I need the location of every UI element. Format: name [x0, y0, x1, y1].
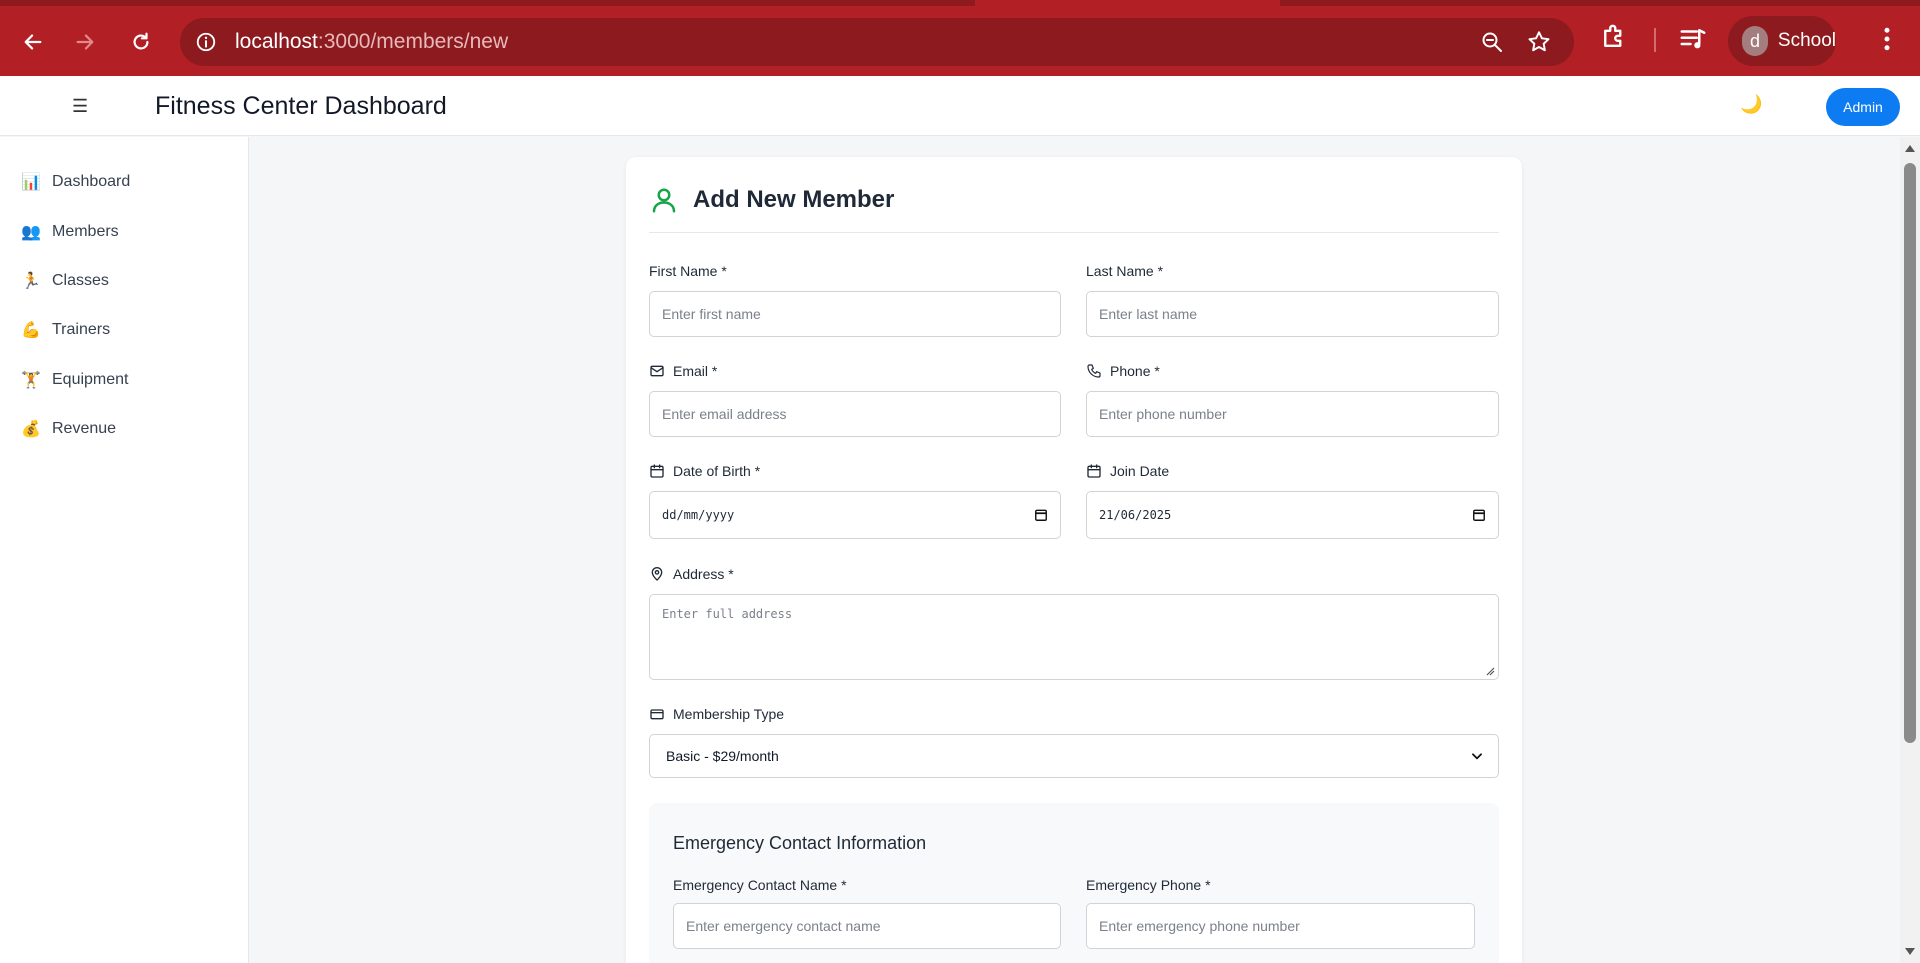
- emergency-name-input[interactable]: [673, 903, 1061, 949]
- emergency-section-title: Emergency Contact Information: [673, 833, 927, 853]
- join-date-value: 21/06/2025: [1099, 508, 1172, 522]
- dob-label-text: Date of Birth *: [673, 463, 761, 479]
- location-pin-icon: [651, 567, 663, 581]
- media-control-icon[interactable]: [1678, 24, 1708, 59]
- app-title: Fitness Center Dashboard: [155, 92, 447, 120]
- back-icon[interactable]: [13, 22, 53, 62]
- email-label-text: Email *: [673, 363, 718, 379]
- email-label: Email *: [649, 363, 717, 379]
- membership-label: Membership Type: [649, 706, 784, 722]
- site-info-icon[interactable]: [194, 30, 218, 54]
- dob-value: dd/mm/yyyy: [662, 508, 735, 522]
- url-path: :3000/members/new: [317, 30, 509, 53]
- sidebar-item-dashboard[interactable]: 📊 Dashboard: [20, 167, 130, 197]
- sidebar-item-label: Members: [52, 223, 119, 240]
- emergency-phone-input[interactable]: [1086, 903, 1475, 949]
- sidebar-item-label: Trainers: [52, 321, 111, 338]
- last-name-label: Last Name *: [1086, 263, 1163, 279]
- mail-icon: [650, 365, 664, 377]
- first-name-label: First Name *: [649, 263, 727, 279]
- runner-icon: 🏃: [21, 273, 41, 290]
- sidebar-item-members[interactable]: 👥 Members: [20, 217, 119, 247]
- browser-toolbar: localhost:3000/members/new d School: [0, 0, 1920, 76]
- emergency-phone-label-text: Emergency Phone *: [1086, 877, 1211, 893]
- main-content: Add New Member First Name * Last Name * …: [250, 137, 1900, 963]
- url-text[interactable]: localhost:3000/members/new: [235, 30, 508, 54]
- address-bar[interactable]: localhost:3000/members/new: [180, 18, 1574, 66]
- resize-handle-icon[interactable]: [1485, 666, 1495, 676]
- people-icon: 👥: [21, 224, 41, 241]
- address-placeholder: Enter full address: [662, 607, 793, 621]
- app-header: ☰ Fitness Center Dashboard 🌙 Admin: [0, 76, 1920, 136]
- membership-selected-value: Basic - $29/month: [666, 748, 779, 764]
- profile-button[interactable]: d School: [1728, 16, 1836, 66]
- money-bag-icon: 💰: [21, 421, 41, 438]
- calendar-icon: [1087, 464, 1101, 478]
- first-name-label-text: First Name *: [649, 263, 727, 279]
- sidebar-item-label: Revenue: [52, 420, 117, 437]
- join-date-label-text: Join Date: [1110, 463, 1170, 479]
- first-name-input[interactable]: [649, 291, 1061, 337]
- membership-type-select[interactable]: Basic - $29/month: [649, 734, 1499, 778]
- address-textarea[interactable]: Enter full address: [649, 594, 1499, 680]
- scroll-up-arrow-icon[interactable]: [1905, 145, 1915, 152]
- last-name-input[interactable]: [1086, 291, 1499, 337]
- phone-label-text: Phone *: [1110, 363, 1160, 379]
- join-date-input[interactable]: 21/06/2025: [1086, 491, 1499, 539]
- scroll-down-arrow-icon[interactable]: [1905, 948, 1915, 955]
- muscle-icon: 💪: [21, 322, 41, 339]
- credit-card-icon: [650, 709, 664, 720]
- reload-icon[interactable]: [121, 22, 161, 62]
- email-input[interactable]: [649, 391, 1061, 437]
- address-label: Address *: [649, 566, 734, 582]
- profile-avatar: d: [1742, 26, 1768, 56]
- admin-button[interactable]: Admin: [1826, 88, 1900, 126]
- extensions-icon[interactable]: [1599, 22, 1629, 57]
- forward-icon[interactable]: [65, 22, 105, 62]
- sidebar-item-classes[interactable]: 🏃 Classes: [20, 266, 109, 296]
- card-header: Add New Member: [649, 185, 1499, 233]
- dob-date-input[interactable]: dd/mm/yyyy: [649, 491, 1061, 539]
- add-member-card: Add New Member First Name * Last Name * …: [626, 157, 1522, 963]
- sidebar-item-label: Classes: [52, 272, 109, 289]
- membership-label-text: Membership Type: [673, 706, 785, 722]
- phone-input[interactable]: [1086, 391, 1499, 437]
- page-scrollbar[interactable]: [1900, 137, 1920, 963]
- user-icon: [652, 188, 676, 213]
- browser-menu-icon[interactable]: [1876, 24, 1898, 59]
- chevron-down-icon: [1472, 753, 1482, 760]
- chart-icon: 📊: [21, 174, 41, 191]
- sidebar-item-revenue[interactable]: 💰 Revenue: [20, 414, 116, 444]
- weightlifter-icon: 🏋: [21, 372, 41, 389]
- sidebar-item-label: Dashboard: [52, 173, 131, 190]
- sidebar: 📊 Dashboard 👥 Members 🏃 Classes 💪 Traine…: [0, 137, 249, 963]
- sidebar-item-label: Equipment: [52, 371, 129, 388]
- page-title: Add New Member: [693, 186, 895, 213]
- last-name-label-text: Last Name *: [1086, 263, 1164, 279]
- zoom-icon[interactable]: [1480, 30, 1504, 59]
- phone-icon: [1087, 364, 1101, 378]
- dark-mode-toggle-icon[interactable]: 🌙: [1740, 94, 1762, 115]
- date-picker-icon[interactable]: [1034, 508, 1048, 522]
- bookmark-star-icon[interactable]: [1526, 29, 1552, 60]
- emergency-phone-label: Emergency Phone *: [1086, 877, 1211, 893]
- tab-strip: [0, 0, 1920, 6]
- calendar-icon: [650, 464, 664, 478]
- profile-name: School: [1777, 30, 1836, 51]
- hamburger-menu-icon[interactable]: ☰: [72, 96, 88, 117]
- sidebar-item-trainers[interactable]: 💪 Trainers: [20, 315, 110, 345]
- address-label-text: Address *: [673, 566, 734, 582]
- scrollbar-thumb[interactable]: [1904, 163, 1916, 743]
- emergency-name-label-text: Emergency Contact Name *: [673, 877, 847, 893]
- emergency-contact-section: Emergency Contact Information Emergency …: [649, 803, 1499, 963]
- dob-label: Date of Birth *: [649, 463, 760, 479]
- toolbar-separator: [1654, 28, 1656, 52]
- emergency-name-label: Emergency Contact Name *: [673, 877, 847, 893]
- active-tab[interactable]: [975, 0, 1280, 6]
- phone-label: Phone *: [1086, 363, 1160, 379]
- sidebar-item-equipment[interactable]: 🏋 Equipment: [20, 365, 129, 395]
- date-picker-icon[interactable]: [1472, 508, 1486, 522]
- join-date-label: Join Date: [1086, 463, 1169, 479]
- url-host: localhost: [235, 30, 318, 53]
